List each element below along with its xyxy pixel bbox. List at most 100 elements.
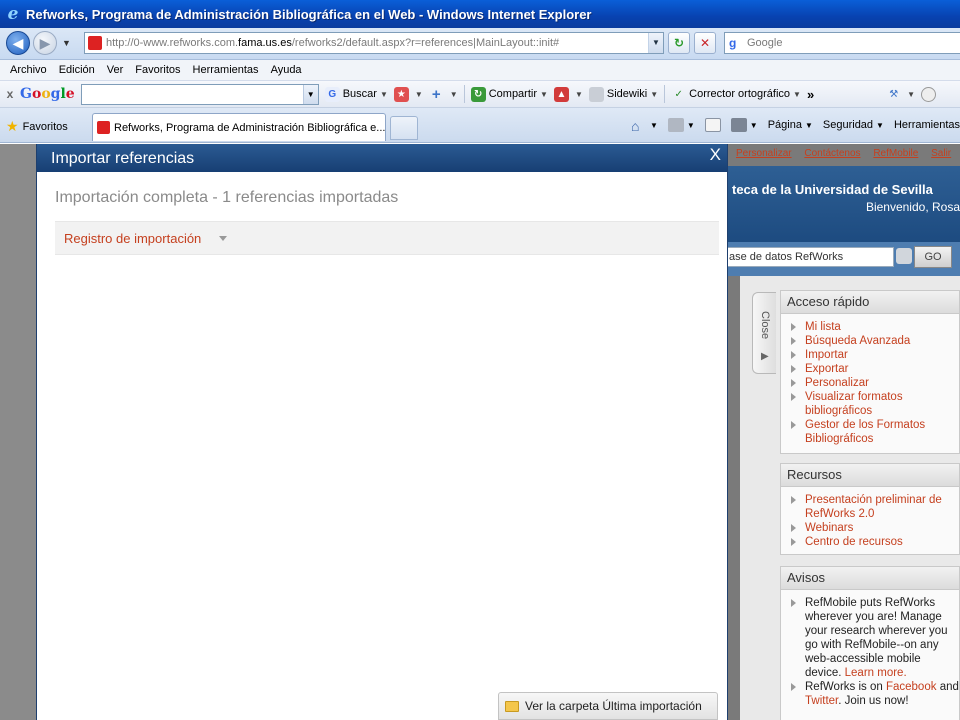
translate-icon: ▲ — [553, 86, 569, 102]
link-centro-recursos[interactable]: Centro de recursos — [789, 535, 959, 549]
search-history-dropdown-icon[interactable]: ▼ — [302, 84, 318, 104]
address-field[interactable]: http://0-www.refworks.com.fama.us.es/ref… — [84, 32, 664, 54]
toolbar-options-button[interactable]: ★ ▼ — [393, 86, 423, 102]
link-mi-lista[interactable]: Mi lista — [789, 320, 959, 334]
menu-ver[interactable]: Ver — [101, 64, 130, 76]
panel-title: Recursos — [781, 464, 959, 487]
forward-button[interactable]: ▶ — [33, 31, 57, 55]
import-dialog: Importar referencias X Importación compl… — [36, 144, 728, 720]
settings-button[interactable]: ⚒ ▼ — [886, 87, 915, 102]
close-sidebar-tab[interactable]: Close ▶ — [752, 292, 776, 374]
arrow-right-icon: ▶ — [39, 34, 51, 51]
spellcheck-button[interactable]: ✓ Corrector ortográfico ▼ — [671, 87, 801, 102]
menu-ayuda[interactable]: Ayuda — [265, 64, 308, 76]
menu-favoritos[interactable]: Favoritos — [129, 64, 186, 76]
google-g-icon: G — [324, 86, 340, 102]
new-tab-button[interactable] — [390, 116, 418, 140]
printer-icon — [730, 118, 747, 132]
welcome-text: Bienvenido, Rosa — [865, 200, 960, 214]
signin-button[interactable] — [921, 86, 939, 102]
notice-refmobile: RefMobile puts RefWorks wherever you are… — [789, 596, 959, 680]
link-busqueda-avanzada[interactable]: Búsqueda Avanzada — [789, 334, 959, 348]
google-g-icon: g — [729, 36, 737, 50]
bookmarks-icon: ★ — [393, 86, 409, 102]
link-refmobile[interactable]: RefMobile — [873, 148, 918, 159]
menu-herramientas[interactable]: Herramientas — [187, 64, 265, 76]
address-toolbar: ◀ ▶ ▼ http://0-www.refworks.com.fama.us.… — [0, 28, 960, 60]
page-menu[interactable]: Página ▼ — [768, 119, 813, 131]
url-text: http://0-www.refworks.com.fama.us.es/ref… — [106, 37, 560, 49]
learn-more-link[interactable]: Learn more. — [845, 667, 907, 679]
stop-button[interactable]: ✕ — [694, 32, 716, 54]
dialog-header: Importar referencias X — [37, 144, 727, 172]
link-contactenos[interactable]: Contáctenos — [804, 148, 860, 159]
import-log-toggle[interactable]: Registro de importación — [55, 221, 719, 255]
link-importar[interactable]: Importar — [789, 348, 959, 362]
google-search-input[interactable]: ▼ — [80, 83, 319, 105]
page-icon — [88, 36, 102, 50]
security-menu[interactable]: Seguridad ▼ — [823, 119, 884, 131]
add-button[interactable]: + ▼ — [429, 87, 458, 102]
menu-bar: Archivo Edición Ver Favoritos Herramient… — [0, 60, 960, 81]
link-presentacion[interactable]: Presentación preliminar de RefWorks 2.0 — [789, 493, 959, 521]
link-webinars[interactable]: Webinars — [789, 521, 959, 535]
link-visualizar-formatos[interactable]: Visualizar formatos bibliográficos — [789, 390, 959, 418]
search-tool-icon[interactable] — [896, 248, 912, 264]
link-salir[interactable]: Salir — [931, 148, 951, 159]
link-personalizar-side[interactable]: Personalizar — [789, 376, 959, 390]
window-title: Refworks, Programa de Administración Bib… — [26, 6, 592, 22]
go-button[interactable]: GO — [914, 246, 952, 268]
recent-pages-dropdown-icon[interactable]: ▼ — [62, 38, 71, 48]
circle-icon — [921, 86, 937, 102]
site-search-input[interactable]: ase de datos RefWorks — [726, 247, 894, 267]
wrench-icon: ⚒ — [889, 88, 899, 100]
share-icon: ↻ — [470, 86, 486, 102]
tab-title: Refworks, Programa de Administración Bib… — [114, 121, 386, 134]
overlay-left — [0, 144, 36, 720]
tab-row: ★ Favoritos Refworks, Programa de Admini… — [0, 108, 960, 143]
address-dropdown-icon[interactable]: ▼ — [648, 33, 663, 53]
comment-icon — [588, 86, 604, 102]
translate-button[interactable]: ▲ ▼ — [553, 86, 583, 102]
twitter-link[interactable]: Twitter — [805, 695, 838, 707]
site-search-bar: ase de datos RefWorks GO — [724, 242, 960, 276]
tools-menu[interactable]: Herramientas — [894, 119, 960, 131]
home-button[interactable]: ⌂ ▼ — [630, 118, 658, 134]
google-toolbar: x Google ▼ G Buscar ▼ ★ ▼ + ▼ ↻ Compartir ▼ ▲ ▼… — [0, 81, 960, 108]
close-toolbar-button[interactable]: x — [0, 87, 20, 101]
mail-button[interactable] — [704, 118, 721, 132]
notice-social: RefWorks is on Facebook and Twitter. Joi… — [789, 680, 959, 708]
view-last-import-button[interactable]: Ver la carpeta Última importación — [498, 692, 718, 720]
command-bar: ⌂ ▼ ▼ ▼ Página ▼ Seguridad ▼ Herramientas — [621, 118, 960, 134]
buscar-button[interactable]: G Buscar ▼ — [324, 86, 388, 102]
search-provider-input[interactable]: g Google — [724, 32, 960, 54]
compartir-button[interactable]: ↻ Compartir ▼ — [470, 86, 548, 102]
more-tools-button[interactable]: » — [807, 87, 814, 102]
refresh-button[interactable]: ↻ — [668, 32, 690, 54]
back-button[interactable]: ◀ — [6, 31, 30, 55]
facebook-link[interactable]: Facebook — [886, 681, 937, 693]
site-header: teca de la Universidad de Sevilla Bienve… — [724, 166, 960, 242]
close-dialog-button[interactable]: X — [710, 145, 721, 165]
menu-edicion[interactable]: Edición — [53, 64, 101, 76]
link-exportar[interactable]: Exportar — [789, 362, 959, 376]
tab-refworks[interactable]: Refworks, Programa de Administración Bib… — [92, 113, 386, 141]
ie-logo-icon: e — [7, 4, 19, 24]
spellcheck-icon: ✓ — [674, 88, 683, 100]
link-gestor-formatos[interactable]: Gestor de los Formatos Bibliográficos — [789, 418, 959, 446]
quick-access-panel: Acceso rápido Mi lista Búsqueda Avanzada… — [780, 290, 960, 454]
search-placeholder: Google — [747, 37, 783, 49]
window-title-bar: e Refworks, Programa de Administración B… — [0, 0, 960, 28]
sidewiki-button[interactable]: Sidewiki ▼ — [588, 86, 658, 102]
folder-icon — [505, 700, 519, 712]
google-logo[interactable]: Google — [20, 86, 75, 102]
menu-archivo[interactable]: Archivo — [4, 64, 53, 76]
refresh-icon: ↻ — [673, 36, 685, 50]
link-personalizar[interactable]: Personalizar — [736, 148, 792, 159]
favorites-button[interactable]: ★ Favoritos — [6, 118, 68, 135]
feeds-button[interactable]: ▼ — [667, 118, 695, 132]
notices-panel: Avisos RefMobile puts RefWorks wherever … — [780, 566, 960, 720]
home-icon: ⌂ — [630, 118, 640, 134]
library-title: teca de la Universidad de Sevilla — [732, 182, 933, 197]
print-button[interactable]: ▼ — [730, 118, 758, 132]
